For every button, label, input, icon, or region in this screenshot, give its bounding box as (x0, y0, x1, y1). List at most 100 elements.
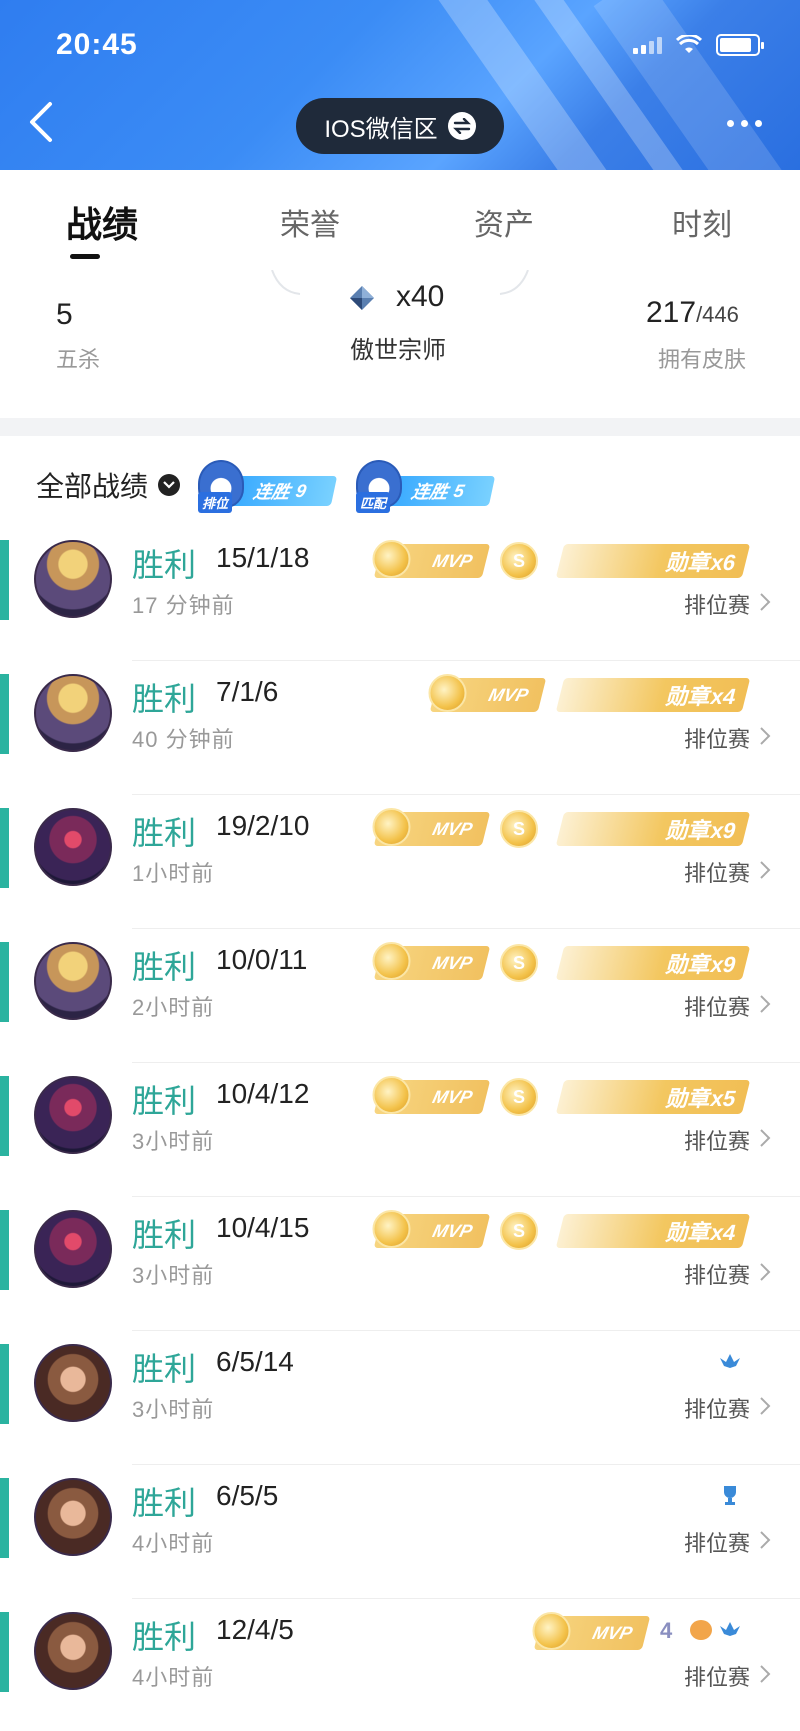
rank-title: 傲世宗师 (350, 337, 446, 364)
server-label: IOS微信区 (324, 115, 438, 143)
match-kda: 7/1/6 (216, 676, 279, 707)
match-result: 胜利 (132, 1619, 197, 1655)
tab-assets[interactable]: 资产 (474, 200, 534, 244)
mvp-label: MVP (430, 1086, 475, 1107)
chevron-right-icon (760, 1531, 771, 1549)
tab-honor[interactable]: 荣誉 (280, 200, 340, 244)
row-divider (132, 1464, 800, 1465)
match-row[interactable]: 胜利 15/1/18 17 分钟前 排位赛 MVP S 勋章x6 (0, 530, 800, 664)
medal-count: 勋章x9 (664, 952, 739, 977)
gold-coin-icon (372, 540, 411, 578)
match-row[interactable]: 胜利 7/1/6 40 分钟前 排位赛 MVP 勋章x4 (0, 664, 800, 798)
tab-moments[interactable]: 时刻 (672, 200, 732, 244)
match-row[interactable]: 胜利 10/4/15 3小时前 排位赛 MVP S 勋章x4 (0, 1200, 800, 1334)
skins-total: /446 (696, 302, 739, 327)
match-kda: 15/1/18 (216, 542, 310, 573)
back-button[interactable] (26, 100, 66, 150)
match-row[interactable]: 胜利 10/0/11 2小时前 排位赛 MVP S 勋章x9 (0, 932, 800, 1066)
streak-text: 连胜 (251, 482, 292, 502)
match-result: 胜利 (132, 1083, 197, 1119)
mvp-badge: MVP (372, 540, 491, 578)
section-divider (0, 418, 800, 436)
gold-coin-icon (372, 942, 411, 980)
tab-bar: 战绩 荣誉 资产 时刻 (0, 170, 800, 270)
tab-active-indicator (70, 254, 100, 259)
mvp-label: MVP (486, 684, 531, 705)
chevron-right-icon (760, 1397, 771, 1415)
filter-label: 全部战绩 (36, 471, 149, 502)
hero-avatar (34, 1076, 112, 1154)
match-result: 胜利 (132, 815, 197, 851)
match-row[interactable]: 胜利 10/4/12 3小时前 排位赛 MVP S 勋章x5 (0, 1066, 800, 1200)
trophy-icon (724, 1486, 736, 1505)
medal-badge: 勋章x9 (555, 812, 751, 846)
streak-count: 9 (293, 480, 309, 501)
skins-label: 拥有皮肤 (658, 347, 747, 372)
s-grade-coin-icon: S (500, 1078, 538, 1116)
match-mode: 排位赛 (683, 1397, 750, 1422)
coin-stack-icon (690, 1620, 712, 1640)
rank-gem-icon (350, 286, 374, 310)
match-time: 2小时前 (132, 995, 215, 1020)
pentakill-count: 5 (56, 298, 73, 331)
row-divider (132, 1196, 800, 1197)
chevron-right-icon (760, 727, 771, 745)
win-accent-bar (0, 942, 9, 1022)
match-kda: 10/0/11 (216, 944, 308, 975)
chevron-right-icon (760, 1665, 771, 1683)
mvp-label: MVP (430, 1220, 475, 1241)
hero-avatar (34, 674, 112, 752)
mvp-badge: MVP (372, 942, 491, 980)
match-time: 1小时前 (132, 861, 215, 886)
swap-icon (447, 112, 476, 140)
win-accent-bar (0, 1210, 9, 1290)
match-filter-dropdown[interactable]: 全部战绩 (36, 460, 181, 510)
gold-coin-icon (372, 1210, 411, 1248)
chevron-right-icon (760, 995, 771, 1013)
match-result: 胜利 (132, 1351, 197, 1387)
server-switch-button[interactable]: IOS微信区 (296, 98, 504, 154)
gold-coin-icon (532, 1612, 571, 1650)
wings-icon (720, 1354, 740, 1368)
more-icon[interactable] (727, 120, 762, 127)
chevron-down-icon (158, 474, 181, 496)
status-time: 20:45 (56, 28, 138, 61)
mvp-badge: MVP (372, 808, 491, 846)
gold-coin-icon (428, 674, 467, 712)
row-divider (132, 1598, 800, 1599)
match-row[interactable]: 胜利 6/5/5 4小时前 排位赛 (0, 1468, 800, 1602)
rank-stars: x40 (396, 280, 445, 313)
chevron-right-icon (760, 593, 771, 611)
tab-record[interactable]: 战绩 (66, 196, 138, 248)
match-time: 3小时前 (132, 1263, 215, 1288)
match-mode: 排位赛 (683, 1531, 750, 1556)
row-divider (132, 928, 800, 929)
match-row[interactable]: 胜利 12/4/5 4小时前 排位赛 MVP 4 (0, 1602, 800, 1731)
medal-badge: 勋章x6 (555, 544, 751, 578)
skins-owned: 217 (646, 296, 697, 329)
s-grade-coin-icon: S (500, 1212, 538, 1250)
row-divider (132, 1062, 800, 1063)
row-divider (132, 794, 800, 795)
match-kda: 6/5/5 (216, 1480, 279, 1511)
mvp-label: MVP (430, 952, 475, 973)
chevron-right-icon (760, 1129, 771, 1147)
match-time: 17 分钟前 (132, 593, 235, 618)
achievement-number: 4 (660, 1618, 673, 1643)
header-bar: 20:45 IOS微信区 (0, 0, 800, 170)
match-mode: 排位赛 (683, 861, 750, 886)
medal-count: 勋章x6 (664, 550, 739, 575)
match-row[interactable]: 胜利 6/5/14 3小时前 排位赛 (0, 1334, 800, 1468)
match-kda: 10/4/15 (216, 1212, 310, 1243)
streak-mode: 排位 (198, 492, 233, 513)
s-grade-coin-icon: S (500, 810, 538, 848)
mvp-badge: MVP (372, 1210, 491, 1248)
hero-avatar (34, 808, 112, 886)
wings-icon (720, 1622, 740, 1636)
match-result: 胜利 (132, 1217, 197, 1253)
match-time: 3小时前 (132, 1397, 215, 1422)
match-row[interactable]: 胜利 19/2/10 1小时前 排位赛 MVP S 勋章x9 (0, 798, 800, 932)
win-accent-bar (0, 674, 9, 754)
medal-badge: 勋章x9 (555, 946, 751, 980)
mvp-label: MVP (430, 818, 475, 839)
